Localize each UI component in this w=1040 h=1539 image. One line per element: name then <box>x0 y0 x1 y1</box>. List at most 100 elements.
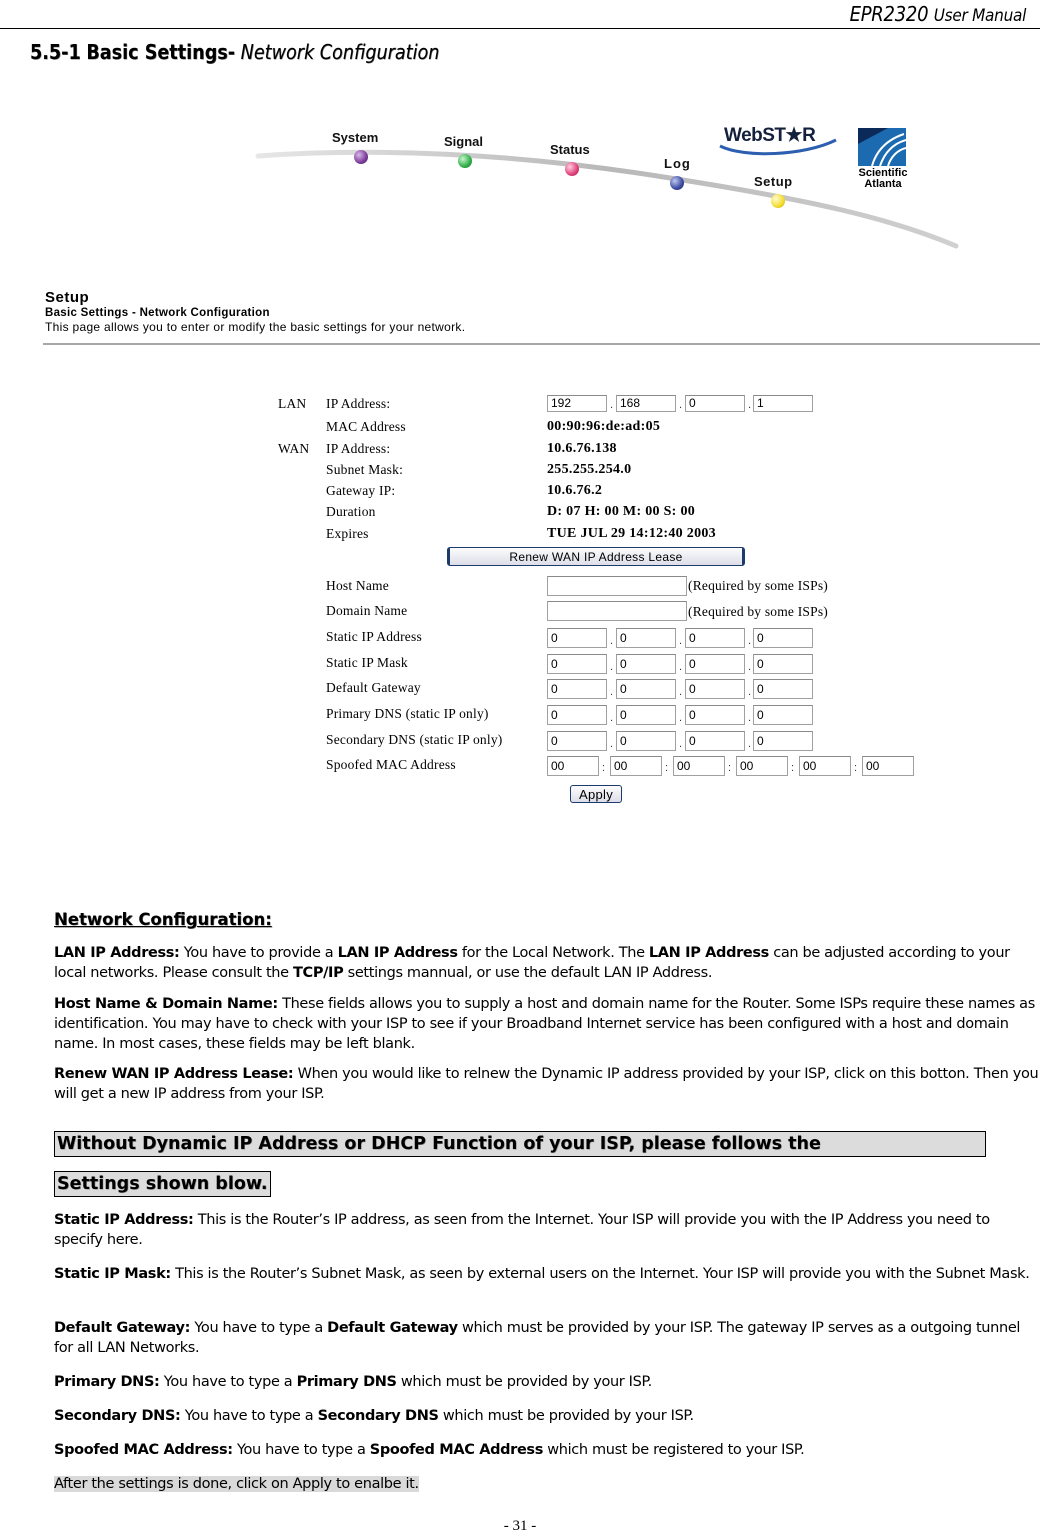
static-mask-octet-1[interactable] <box>547 654 607 674</box>
primary-dns-octet-4[interactable] <box>753 705 813 725</box>
wan-group-label: WAN <box>278 441 310 456</box>
static-ip-octet-3[interactable] <box>685 628 745 648</box>
log-dot-icon[interactable] <box>670 176 684 190</box>
default-gateway-octet-3[interactable] <box>685 679 745 699</box>
primary-dns-label: Primary DNS (static IP only) <box>326 706 489 721</box>
renew-paragraph: Renew WAN IP Address Lease: When you wou… <box>54 1066 1039 1102</box>
signal-dot-icon[interactable] <box>458 154 472 168</box>
lan-group-label: LAN <box>278 396 307 411</box>
secondary-dns-octet-4[interactable] <box>753 731 813 751</box>
setup-subtitle: Basic Settings - Network Configuration <box>45 307 270 319</box>
mac-separator: : <box>791 762 795 774</box>
secondary-dns-octet-2[interactable] <box>616 731 676 751</box>
webstar-logo: WebST★R <box>714 124 844 156</box>
nav-item-log[interactable]: Log <box>664 156 691 171</box>
lan-ip-label: IP Address: <box>326 396 391 411</box>
spoofed-mac-byte-5[interactable] <box>799 756 851 776</box>
apply-button[interactable]: Apply <box>570 785 622 803</box>
lan-ip-octet-2[interactable] <box>616 395 676 412</box>
primary-dns-octet-1[interactable] <box>547 705 607 725</box>
lan-ip-octet-3[interactable] <box>685 395 745 412</box>
sa-logo-line2: Atlanta <box>864 178 902 190</box>
default-gateway-octet-4[interactable] <box>753 679 813 699</box>
after-settings-note: After the settings is done, click on App… <box>54 1476 419 1492</box>
domain-name-note: (Required by some ISPs) <box>688 604 828 619</box>
primary-dns-octet-2[interactable] <box>616 705 676 725</box>
mac-separator: : <box>728 762 732 774</box>
lan-ip-octet-1[interactable] <box>547 395 607 412</box>
subnet-mask-label: Subnet Mask: <box>326 462 404 477</box>
system-dot-icon[interactable] <box>354 150 368 164</box>
wan-ip-value: 10.6.76.138 <box>547 441 617 456</box>
static-ip-octet-2[interactable] <box>616 628 676 648</box>
subnet-mask-value: 255.255.254.0 <box>547 462 632 477</box>
static-ip-octet-1[interactable] <box>547 628 607 648</box>
lan-ip-paragraph: LAN IP Address: You have to provide a LA… <box>54 945 1010 981</box>
ip-separator: . <box>610 712 614 724</box>
manual-suffix: User Manual <box>933 6 1027 26</box>
expires-value: TUE JUL 29 14:12:40 2003 <box>547 526 716 541</box>
static-setup-callout-line2: Settings shown blow. <box>54 1171 271 1197</box>
lan-ip-octet-4[interactable] <box>753 395 813 412</box>
setup-description: This page allows you to enter or modify … <box>45 320 466 334</box>
ip-separator: . <box>610 661 614 673</box>
spoofed-mac-byte-6[interactable] <box>862 756 914 776</box>
ip-separator: . <box>679 712 683 724</box>
secondary-dns-octet-1[interactable] <box>547 731 607 751</box>
setup-dot-icon[interactable] <box>771 194 785 208</box>
primary-dns-octet-3[interactable] <box>685 705 745 725</box>
static-mask-paragraph: Static IP Mask: This is the Router’s Sub… <box>54 1266 1030 1282</box>
renew-wan-lease-button[interactable]: Renew WAN IP Address Lease <box>447 547 745 566</box>
setup-header: Setup Basic Settings - Network Configura… <box>45 289 466 335</box>
spoofed-mac-paragraph: Spoofed MAC Address: You have to type a … <box>54 1442 805 1458</box>
default-gateway-label: Default Gateway <box>326 680 421 695</box>
static-mask-label: Static IP Mask <box>326 655 408 670</box>
host-name-label: Host Name <box>326 578 389 593</box>
ip-separator: . <box>748 712 752 724</box>
mac-separator: : <box>602 762 606 774</box>
ip-separator: . <box>610 399 614 411</box>
mac-address-label: MAC Address <box>326 419 406 434</box>
domain-name-label: Domain Name <box>326 603 408 618</box>
static-mask-octet-3[interactable] <box>685 654 745 674</box>
gateway-ip-label: Gateway IP: <box>326 483 396 498</box>
ip-separator: . <box>610 686 614 698</box>
default-gateway-octet-2[interactable] <box>616 679 676 699</box>
host-name-note: (Required by some ISPs) <box>688 578 828 593</box>
nav-item-status[interactable]: Status <box>550 142 590 157</box>
primary-dns-paragraph: Primary DNS: You have to type a Primary … <box>54 1374 652 1390</box>
static-ip-octet-4[interactable] <box>753 628 813 648</box>
spoofed-mac-byte-4[interactable] <box>736 756 788 776</box>
static-mask-octet-4[interactable] <box>753 654 813 674</box>
nav-item-signal[interactable]: Signal <box>444 134 483 149</box>
ip-separator: . <box>748 661 752 673</box>
default-gateway-octet-1[interactable] <box>547 679 607 699</box>
host-name-input[interactable] <box>547 576 687 596</box>
manual-title: EPR2320 User Manual <box>850 2 1027 26</box>
nav-banner: System Signal Status Log Setup WebST★R S… <box>250 118 960 258</box>
spoofed-mac-byte-1[interactable] <box>547 756 599 776</box>
secondary-dns-octet-3[interactable] <box>685 731 745 751</box>
static-ip-paragraph: Static IP Address: This is the Router’s … <box>54 1212 990 1248</box>
section-title-bold: Basic Settings- <box>86 40 236 64</box>
ip-separator: . <box>748 399 752 411</box>
setup-title: Setup <box>45 289 90 306</box>
static-mask-octet-2[interactable] <box>616 654 676 674</box>
spoofed-mac-byte-2[interactable] <box>610 756 662 776</box>
ip-separator: . <box>679 399 683 411</box>
wan-ip-label: IP Address: <box>326 441 391 456</box>
status-dot-icon[interactable] <box>565 162 579 176</box>
mac-address-value: 00:90:96:de:ad:05 <box>547 419 661 434</box>
nav-item-setup[interactable]: Setup <box>754 174 793 189</box>
nav-item-system[interactable]: System <box>332 130 378 145</box>
host-domain-paragraph: Host Name & Domain Name: These fields al… <box>54 996 1035 1052</box>
secondary-dns-paragraph: Secondary DNS: You have to type a Second… <box>54 1408 694 1424</box>
domain-name-input[interactable] <box>547 601 687 621</box>
spoofed-mac-byte-3[interactable] <box>673 756 725 776</box>
secondary-dns-label: Secondary DNS (static IP only) <box>326 732 503 747</box>
mac-separator: : <box>854 762 858 774</box>
ip-separator: . <box>748 635 752 647</box>
duration-label: Duration <box>326 504 376 519</box>
document-header: EPR2320 User Manual <box>0 0 1040 29</box>
ip-separator: . <box>679 686 683 698</box>
